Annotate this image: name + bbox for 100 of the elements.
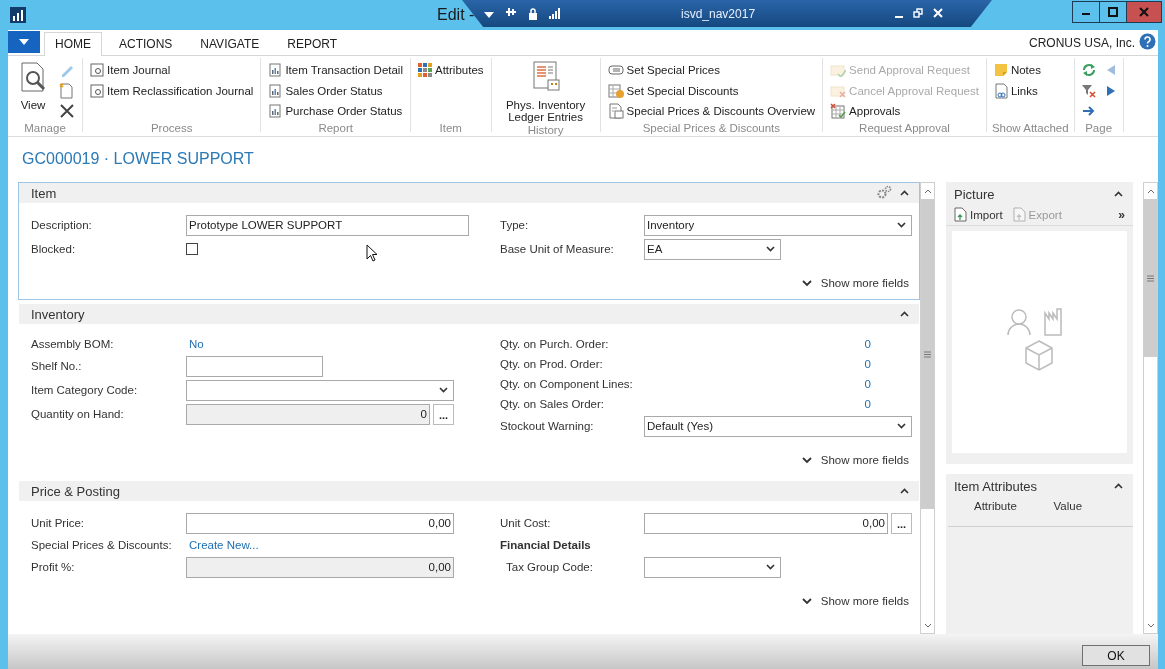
journal-icon [90,83,104,98]
scrollbar-thumb[interactable] [1144,199,1157,357]
maximize-button[interactable] [1099,1,1127,23]
delete-icon [59,103,75,120]
section-title[interactable]: Price & Posting [31,483,120,499]
dropdown[interactable]: EA [644,238,781,260]
collapse-button[interactable] [1114,483,1123,489]
minimize-button[interactable] [1072,1,1100,23]
ribbon-button[interactable]: Set Special Prices [605,60,818,80]
checkbox[interactable] [186,243,198,255]
section-title[interactable]: Inventory [31,306,85,322]
text-field[interactable]: 0,00 [186,512,454,534]
text-field[interactable] [186,355,323,377]
help-button[interactable] [1139,32,1156,53]
show-more-button[interactable]: Show more fields [801,452,909,468]
ribbon-tab[interactable]: REPORT [276,32,349,56]
ribbon-button[interactable]: Approvals [828,101,981,121]
collapse-button[interactable] [1114,191,1123,197]
show-more-button[interactable]: Show more fields [801,593,909,609]
ribbon-button[interactable]: Purchase Order Status [266,101,405,121]
caret-icon [900,488,909,494]
session-host-name: isvd_nav2017 [681,6,756,21]
field-label: Profit %: [31,561,76,573]
mouse-pointer-icon [366,244,377,262]
read-only-field: 0 [186,403,430,425]
show-more-button[interactable]: Show more fields [801,275,909,291]
read-only-field: 0,00 [186,556,454,578]
ribbon-button[interactable]: Links [991,81,1043,101]
page-title: GC000019 · LOWER SUPPORT [21,149,255,169]
scrollbar[interactable] [1143,182,1158,634]
envelope-cross-icon [830,83,847,98]
app-icon [10,7,26,23]
application-menu-button[interactable] [8,31,40,53]
ribbon-tab[interactable]: ACTIONS [108,32,184,56]
restore-icon [913,7,924,18]
field-label: Unit Cost: [500,517,552,529]
caret-icon [766,564,775,570]
field-label: Special Prices & Discounts: [31,539,173,551]
ribbon-group-label: Report [317,121,354,134]
link[interactable]: No [186,338,204,350]
field-label: Qty. on Purch. Order: [500,338,610,350]
triangle-left-icon [1105,64,1116,77]
ribbon-button[interactable]: View [13,60,53,122]
count-link[interactable]: 0 [864,358,871,370]
collapse-button[interactable] [900,311,909,317]
count-link[interactable]: 0 [864,338,871,350]
caret-icon [1146,188,1155,194]
field-label: Unit Price: [31,517,86,529]
close-icon [933,7,944,18]
ledger-icon [530,61,561,91]
more-actions-button[interactable]: » [1118,207,1125,222]
ribbon-button[interactable]: Item Reclassification Journal [88,81,256,101]
filter-cross-icon [1081,83,1096,98]
ribbon-button[interactable]: Item Transaction Detail [266,60,405,80]
ribbon-button[interactable]: Sales Order Status [266,81,405,101]
price-tag-icon [607,63,624,78]
minimize-icon [895,15,904,18]
dropdown[interactable]: Default (Yes) [644,415,912,437]
ribbon-button[interactable]: Attributes [416,60,486,80]
scrollbar[interactable] [920,182,935,634]
close-button[interactable] [1126,1,1162,23]
text-field[interactable]: Prototype LOWER SUPPORT [186,214,469,236]
lookup-button[interactable]: ... [433,403,454,425]
column-header[interactable]: Attribute [974,500,1054,512]
ribbon-tab[interactable]: NAVIGATE [189,32,271,56]
ribbon-tab[interactable]: HOME [44,32,102,56]
ribbon-button[interactable]: Phys. Inventory Ledger Entries [496,60,595,124]
count-link[interactable]: 0 [864,398,871,410]
column-header[interactable]: Value [1053,500,1133,512]
lookup-button[interactable]: ... [891,512,912,534]
maximize-icon [1108,7,1118,17]
section-title[interactable]: Item [31,185,57,201]
caret-icon [19,39,29,45]
pin-icon [505,6,517,18]
ribbon-group-label: Page [1084,121,1114,134]
text-field[interactable]: 0,00 [644,512,888,534]
ribbon-button[interactable]: Notes [991,60,1043,80]
close-icon [1139,7,1149,17]
link[interactable]: Create New... [186,539,259,551]
field-label: Qty. on Prod. Order: [500,358,604,370]
ribbon-group-label: Show Attached [991,121,1069,134]
dropdown[interactable]: Inventory [644,214,912,236]
report-icon [268,104,283,119]
panel-title: Item Attributes [954,478,1038,494]
count-link[interactable]: 0 [864,378,871,390]
ribbon-group-label: Item [438,121,463,134]
caret-icon [923,622,932,628]
collapse-button[interactable] [900,190,909,196]
dialog-button[interactable]: OK [1082,645,1150,666]
restore-button[interactable] [913,6,924,21]
triangle-right-icon [1105,84,1116,97]
caret-icon [897,423,906,429]
chevron-down-icon [801,279,812,287]
toolbar-button[interactable]: Import [954,207,1003,222]
ribbon-button[interactable]: Item Journal [88,60,256,80]
scrollbar-thumb[interactable] [921,199,934,509]
collapse-button[interactable] [900,488,909,494]
ribbon-button[interactable]: Set Special Discounts [605,81,818,101]
ribbon-button[interactable]: Special Prices & Discounts Overview [605,101,818,121]
grip-icon [1147,274,1154,282]
